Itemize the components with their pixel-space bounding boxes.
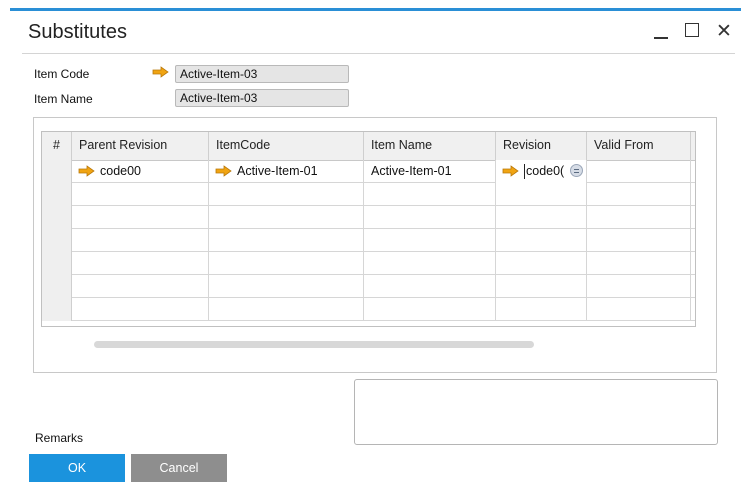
filler-cell <box>691 275 695 298</box>
item-name-cell[interactable] <box>364 298 496 321</box>
valid-from-cell[interactable] <box>587 160 691 183</box>
cancel-button[interactable]: Cancel <box>131 454 227 482</box>
revision-cell[interactable] <box>496 298 587 321</box>
row-number-cell[interactable] <box>42 298 72 321</box>
valid-from-cell[interactable] <box>587 252 691 275</box>
item-code-label: Item Code <box>34 67 90 81</box>
row-number-cell[interactable] <box>42 275 72 298</box>
filler-cell <box>691 206 695 229</box>
table-row[interactable] <box>42 252 695 275</box>
item-code-cell[interactable] <box>209 252 364 275</box>
valid-from-cell[interactable] <box>587 183 691 206</box>
filler-cell <box>691 183 695 206</box>
horizontal-scrollbar[interactable] <box>94 341 534 348</box>
row-number-cell[interactable] <box>42 206 72 229</box>
revision-cell[interactable] <box>496 252 587 275</box>
title-bar[interactable]: Substitutes ✕ <box>10 11 741 55</box>
table-row[interactable] <box>42 229 695 252</box>
title-separator <box>22 53 735 54</box>
parent-revision-cell[interactable] <box>72 252 209 275</box>
item-name-value: Active-Item-01 <box>371 164 452 178</box>
table-row[interactable] <box>42 183 695 206</box>
substitutes-window: Substitutes ✕ Item Code Active-Item-03 I… <box>10 8 741 490</box>
text-cursor <box>524 164 525 179</box>
revision-cell[interactable] <box>496 183 587 206</box>
remarks-field[interactable] <box>354 379 718 445</box>
grid-header: # Parent Revision ItemCode Item Name Rev… <box>42 132 695 161</box>
item-name-cell[interactable]: Active-Item-01 <box>364 160 496 183</box>
row-number-cell[interactable] <box>42 229 72 252</box>
revision-cell[interactable] <box>496 206 587 229</box>
column-header-filler <box>691 132 695 160</box>
row-number-cell[interactable] <box>42 160 72 183</box>
maximize-icon[interactable] <box>681 19 705 43</box>
item-name-cell[interactable] <box>364 183 496 206</box>
valid-from-cell[interactable] <box>587 275 691 298</box>
valid-from-cell[interactable] <box>587 298 691 321</box>
column-header-valid-from[interactable]: Valid From <box>587 132 691 160</box>
item-name-cell[interactable] <box>364 275 496 298</box>
column-header-item-name[interactable]: Item Name <box>364 132 496 160</box>
parent-revision-cell[interactable] <box>72 183 209 206</box>
choose-from-list-icon[interactable] <box>570 164 583 177</box>
row-number-cell[interactable] <box>42 252 72 275</box>
substitutes-grid[interactable]: # Parent Revision ItemCode Item Name Rev… <box>41 131 696 327</box>
substitutes-panel: # Parent Revision ItemCode Item Name Rev… <box>33 117 717 373</box>
revision-cell[interactable] <box>496 229 587 252</box>
item-name-field: Active-Item-03 <box>175 89 349 107</box>
table-row[interactable] <box>42 298 695 321</box>
link-arrow-icon[interactable] <box>78 165 96 177</box>
item-name-label: Item Name <box>34 92 93 106</box>
filler-cell <box>691 252 695 275</box>
parent-revision-cell[interactable] <box>72 206 209 229</box>
item-code-cell[interactable] <box>209 298 364 321</box>
item-name-cell[interactable] <box>364 229 496 252</box>
valid-from-cell[interactable] <box>587 229 691 252</box>
column-header-item-code[interactable]: ItemCode <box>209 132 364 160</box>
parent-revision-cell[interactable]: code00 <box>72 160 209 183</box>
revision-cell[interactable]: code0( <box>496 160 587 183</box>
close-icon[interactable]: ✕ <box>712 19 736 43</box>
link-arrow-icon[interactable] <box>502 165 520 177</box>
table-row[interactable]: code00 Active-Item-01 Active-Item-01 cod… <box>42 160 695 183</box>
column-header-parent-revision[interactable]: Parent Revision <box>72 132 209 160</box>
item-code-cell[interactable] <box>209 206 364 229</box>
item-name-cell[interactable] <box>364 206 496 229</box>
item-name-cell[interactable] <box>364 252 496 275</box>
item-code-cell[interactable] <box>209 275 364 298</box>
filler-cell <box>691 298 695 321</box>
revision-value: code0( <box>526 164 565 178</box>
item-code-field: Active-Item-03 <box>175 65 349 83</box>
table-row[interactable] <box>42 275 695 298</box>
item-code-cell[interactable] <box>209 183 364 206</box>
filler-cell <box>691 160 695 183</box>
parent-revision-cell[interactable] <box>72 275 209 298</box>
parent-revision-cell[interactable] <box>72 298 209 321</box>
minimize-icon[interactable] <box>650 19 674 43</box>
ok-button[interactable]: OK <box>29 454 125 482</box>
row-number-cell[interactable] <box>42 183 72 206</box>
remarks-label: Remarks <box>35 431 84 445</box>
link-arrow-icon[interactable] <box>215 165 233 177</box>
parent-revision-cell[interactable] <box>72 229 209 252</box>
item-code-value: Active-Item-01 <box>237 164 318 178</box>
parent-revision-value: code00 <box>100 164 142 178</box>
link-arrow-icon[interactable] <box>152 66 170 78</box>
table-row[interactable] <box>42 206 695 229</box>
valid-from-cell[interactable] <box>587 206 691 229</box>
column-header-row-number[interactable]: # <box>42 132 72 160</box>
column-header-revision[interactable]: Revision <box>496 132 587 160</box>
window-title: Substitutes <box>28 21 127 43</box>
filler-cell <box>691 229 695 252</box>
item-code-cell[interactable] <box>209 229 364 252</box>
item-code-cell[interactable]: Active-Item-01 <box>209 160 364 183</box>
revision-cell[interactable] <box>496 275 587 298</box>
